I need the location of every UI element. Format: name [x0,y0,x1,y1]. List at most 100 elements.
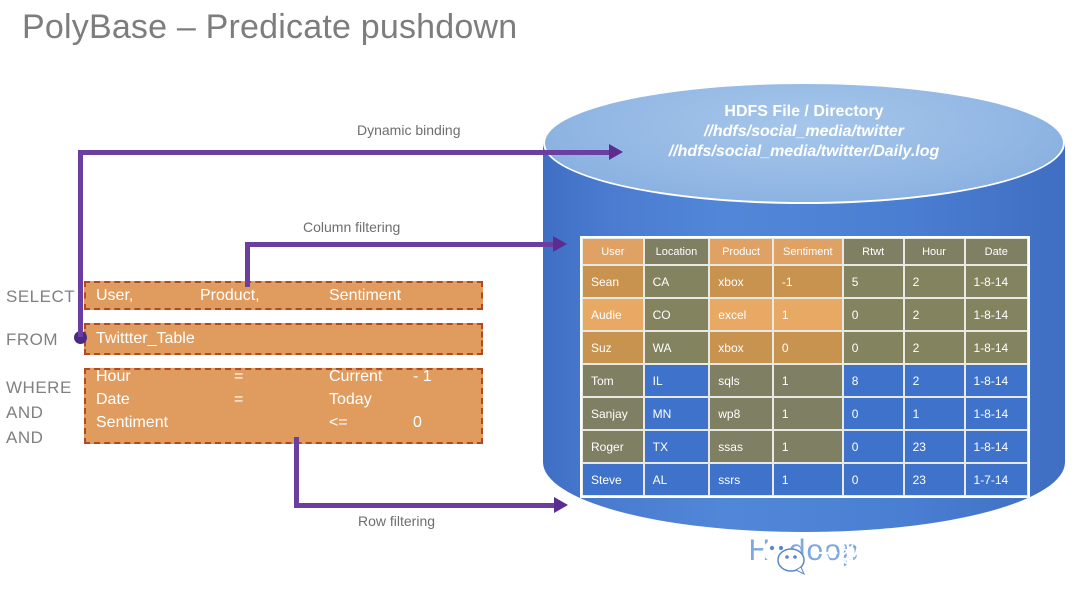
table-header-user: User [582,238,644,265]
table-cell: 2 [903,298,965,331]
table-cell: 1 [772,364,843,397]
table-cell: 0 [842,298,904,331]
page-title: PolyBase – Predicate pushdown [22,8,518,46]
cond-op-date: = [234,391,244,408]
table-cell: 1-8-14 [964,430,1028,463]
table-header-hour: Hour [903,238,965,265]
select-col-user: User, [96,286,134,304]
from-table-name: Twittter_Table [96,330,195,347]
sql-keyword-and-2: AND [6,428,44,447]
table-cell: -1 [772,265,843,298]
wechat-icon [763,538,805,575]
dynamic-binding-line-vertical [78,150,83,337]
table-cell: Steve [582,463,644,496]
cond-field-date: Date [96,391,130,408]
table-cell: Sean [582,265,644,298]
column-filtering-line-horizontal [245,242,555,247]
table-cell: ssrs [709,463,773,496]
table-cell: MN [643,397,710,430]
table-row[interactable]: Suz WA xbox 0 0 2 1-8-14 [582,331,1028,364]
table-cell: 23 [903,430,965,463]
table-cell: 1-8-14 [964,298,1028,331]
sql-keyword-where: WHERE [6,378,72,397]
cond-value-date: Today [329,391,372,408]
table-header-product: Product [709,238,773,265]
row-filtering-line-horizontal [294,503,556,508]
table-cell: 2 [903,265,965,298]
select-col-sentiment: Sentiment [329,286,402,304]
table-header-rtwt: Rtwt [842,238,904,265]
hdfs-path-1: //hdfs/social_media/twitter [703,123,905,140]
table-cell: 2 [903,331,965,364]
table-cell: 0 [842,430,904,463]
table-cell: 23 [903,463,965,496]
table-row[interactable]: Steve AL ssrs 1 0 23 1-7-14 [582,463,1028,496]
column-filtering-arrowhead [553,236,567,252]
table-header-row: User Location Product Sentiment Rtwt Hour Date [582,238,1028,265]
table-cell: xbox [709,265,773,298]
table-cell: Audie [582,298,644,331]
table-cell: 1 [772,298,843,331]
table-cell: sqls [709,364,773,397]
sql-keyword-select: SELECT [6,287,76,306]
table-cell: 0 [772,331,843,364]
table-cell: Suz [582,331,644,364]
column-filtering-label: Column filtering [303,219,401,235]
row-filtering-arrowhead [554,497,568,513]
table-cell: WA [643,331,710,364]
table-header-sentiment: Sentiment [772,238,843,265]
cond-extra-hour: - 1 [413,368,432,385]
table-cell: wp8 [709,397,773,430]
table-cell: Roger [582,430,644,463]
watermark: 大数据技术与架构 [762,536,1036,575]
table-cell: 1-8-14 [964,397,1028,430]
table-cell: Tom [582,364,644,397]
table-cell: 1 [772,463,843,496]
select-col-product: Product, [200,286,260,304]
hdfs-heading: HDFS File / Directory [724,103,884,120]
table-row[interactable]: Sean CA xbox -1 5 2 1-8-14 [582,265,1028,298]
table-cell: TX [643,430,710,463]
table-row[interactable]: Audie CO excel 1 0 2 1-8-14 [582,298,1028,331]
table-cell: 1 [772,430,843,463]
table-cell: IL [643,364,710,397]
table-row[interactable]: Sanjay MN wp8 1 0 1 1-8-14 [582,397,1028,430]
where-condition-row: Hour = Current - 1 [86,368,481,398]
hdfs-data-table: User Location Product Sentiment Rtwt Hour Date… [580,236,1030,498]
table-row[interactable]: Roger TX ssas 1 0 23 1-8-14 [582,430,1028,463]
table-cell: excel [709,298,773,331]
table-cell: 0 [842,463,904,496]
table-cell: 8 [842,364,904,397]
sql-keyword-and-1: AND [6,403,44,422]
table-cell: CA [643,265,710,298]
cond-field-sentiment: Sentiment [96,414,169,431]
row-filtering-label: Row filtering [358,513,436,529]
where-clause-box[interactable]: Hour = Current - 1 Date = Today Sentimen… [84,368,483,444]
dynamic-binding-label: Dynamic binding [357,122,461,138]
dynamic-binding-line-horizontal [78,150,611,155]
table-cell: CO [643,298,710,331]
table-cell: 1 [903,397,965,430]
table-cell: 0 [842,331,904,364]
cond-op-hour: = [234,368,244,385]
table-cell: 1-7-14 [964,463,1028,496]
from-clause-box[interactable]: Twittter_Table [84,323,483,355]
select-clause-box[interactable]: User, Product, Sentiment [84,281,483,310]
table-header-location: Location [643,238,710,265]
table-header-date: Date [964,238,1028,265]
watermark-text: 大数据技术与架构 [812,543,1036,574]
where-condition-row: Sentiment <= 0 [86,414,481,444]
cond-value-sentiment: 0 [413,414,422,431]
table-cell: xbox [709,331,773,364]
table-cell: 1-8-14 [964,364,1028,397]
table-cell: Sanjay [582,397,644,430]
table-cell: 1-8-14 [964,265,1028,298]
cond-value-hour: Current [329,368,383,385]
row-filtering-line-vertical [294,437,299,508]
table-cell: 5 [842,265,904,298]
sql-keyword-from: FROM [6,330,59,349]
column-filtering-line-vertical [245,242,250,287]
table-cell: AL [643,463,710,496]
table-row[interactable]: Tom IL sqls 1 8 2 1-8-14 [582,364,1028,397]
table-cell: 1 [772,397,843,430]
